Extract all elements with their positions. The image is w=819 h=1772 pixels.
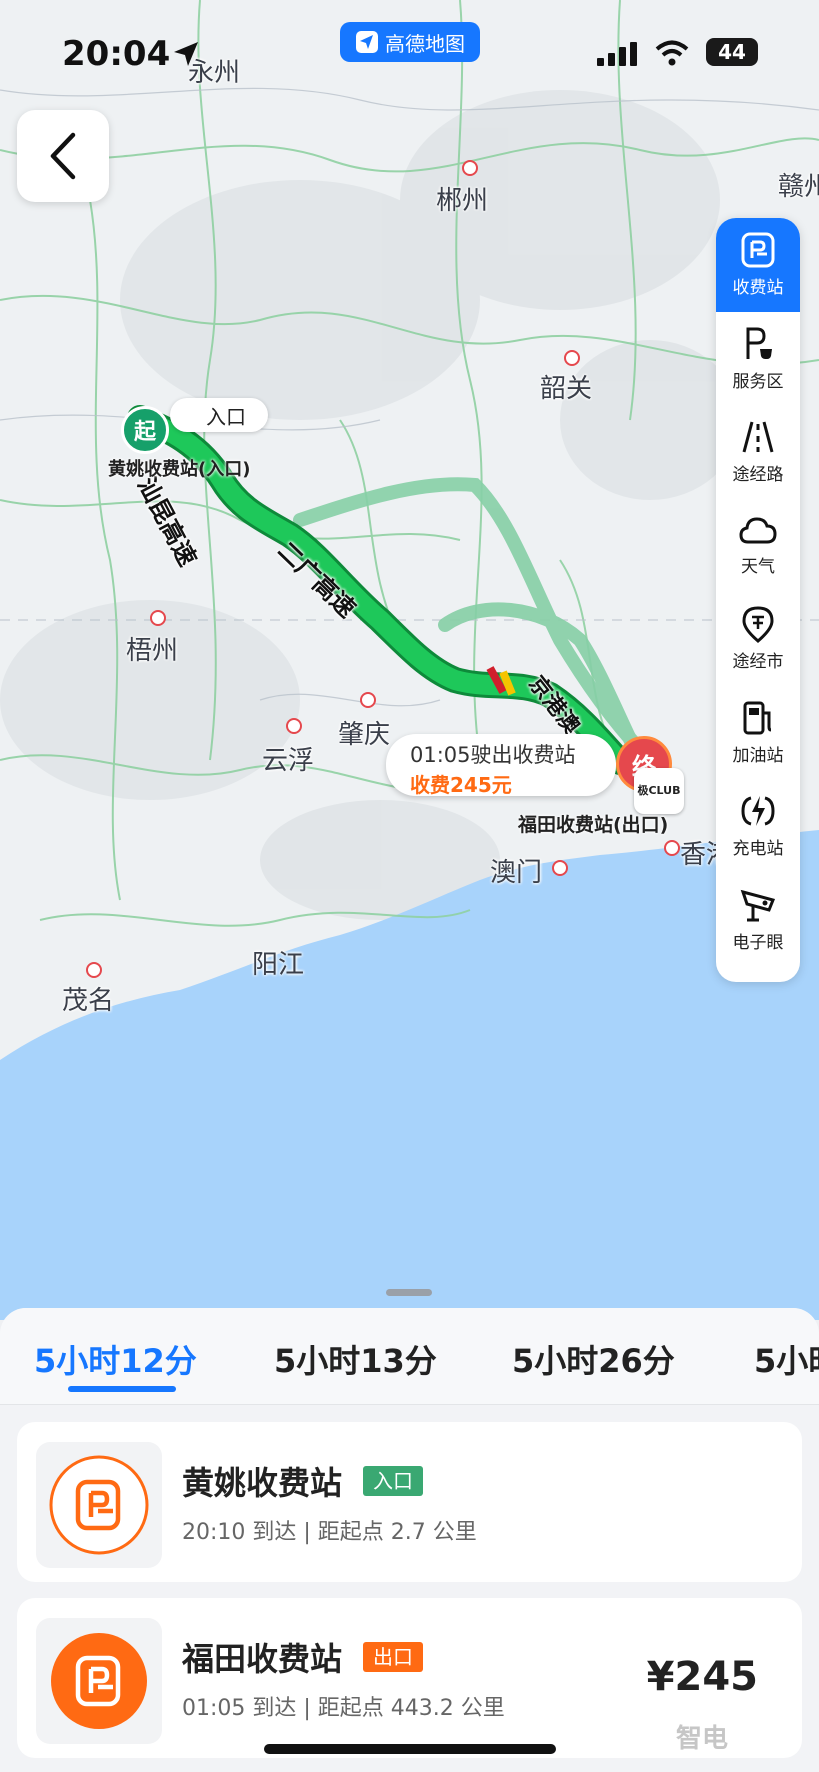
tool-charging-station[interactable]: 充电站: [716, 779, 800, 873]
tool-label: 收费站: [732, 278, 784, 299]
exit-fee: 收费245元: [410, 773, 512, 797]
city-dot: [564, 350, 580, 366]
charging-icon: [741, 796, 775, 827]
toll-icon-box: [36, 1618, 162, 1744]
city-label: 韶关: [540, 374, 593, 404]
end-station-label: 福田收费站(出口): [518, 814, 669, 836]
city-label: 郴州: [436, 186, 489, 216]
tool-label: 途经路: [732, 465, 784, 486]
exit-badge: 出口: [363, 1642, 423, 1672]
city-label: 赣州: [778, 172, 819, 202]
city-dot: [360, 692, 376, 708]
tool-gas-station[interactable]: 加油站: [716, 686, 800, 780]
city-label: 阳江: [252, 950, 305, 980]
app-brand-pill[interactable]: 高德地图: [340, 22, 480, 62]
route-options-tabs: 5小时12分 5小时13分 5小时26分 5小时: [0, 1308, 819, 1405]
chevron-left-icon: [50, 132, 76, 180]
home-indicator[interactable]: [264, 1744, 556, 1754]
map-layer-toolbar: 收费站 服务区 途经路 天气 途经市 加油站 充电站 电子眼: [716, 218, 800, 982]
tool-label: 途经市: [732, 652, 784, 673]
road-icon: [742, 421, 774, 453]
city-dot: [664, 840, 680, 856]
station-arrival-info: 20:10 到达 | 距起点 2.7 公里: [182, 1520, 477, 1545]
tool-label: 服务区: [732, 371, 784, 392]
location-arrow-icon: [174, 42, 198, 66]
city-dot: [552, 860, 568, 876]
back-button[interactable]: [17, 110, 109, 202]
camera-icon: [740, 889, 776, 922]
cloud-icon: [739, 517, 777, 544]
tool-weather[interactable]: 天气: [716, 499, 800, 593]
tool-route-cities[interactable]: 途经市: [716, 592, 800, 686]
station-arrival-info: 01:05 到达 | 距起点 443.2 公里: [182, 1696, 505, 1721]
city-dot: [86, 962, 102, 978]
cellular-signal-icon: [597, 42, 637, 66]
entry-badge: 入口: [363, 1466, 423, 1496]
gaode-logo-icon: [356, 31, 378, 53]
watermark: 智电: [676, 1724, 729, 1754]
toll-station-icon: [49, 1455, 149, 1555]
sheet-drag-handle[interactable]: [386, 1289, 432, 1296]
battery-indicator: 44: [706, 38, 758, 66]
tool-label: 加油站: [732, 745, 784, 766]
start-marker[interactable]: 起: [121, 406, 169, 454]
tool-label: 充电站: [732, 839, 784, 860]
exit-time: 01:05驶出收费站: [410, 743, 576, 767]
tool-label: 天气: [741, 556, 775, 577]
city-label: 云浮: [262, 746, 315, 776]
tool-service-area[interactable]: 服务区: [716, 312, 800, 406]
status-time: 20:04: [62, 34, 171, 74]
route-tab-2[interactable]: 5小时13分: [274, 1336, 437, 1382]
active-tab-indicator: [68, 1386, 176, 1392]
route-tab-3[interactable]: 5小时26分: [512, 1336, 675, 1382]
city-label: 梧州: [126, 636, 179, 666]
tool-label: 电子眼: [732, 932, 784, 953]
toll-price: ¥245: [646, 1654, 758, 1700]
toll-station-icon: [741, 232, 775, 268]
wifi-icon: [655, 40, 689, 66]
map-canvas: [0, 0, 819, 1320]
city-icon: [742, 606, 774, 644]
station-name: 黄姚收费站: [182, 1464, 343, 1502]
entry-tag: 入口: [170, 398, 268, 432]
tool-toll-station[interactable]: 收费站: [716, 218, 800, 312]
app-brand-label: 高德地图: [385, 31, 465, 56]
fuel-icon: [743, 701, 772, 735]
city-label: 澳门: [490, 858, 543, 888]
service-area-icon: [746, 327, 772, 359]
city-label: 肇庆: [338, 720, 391, 750]
route-map[interactable]: 永州 郴州 赣州 韶关 梧州 肇庆 云浮 澳门 香港 阳江 茂名 汕昆高速 二广…: [0, 0, 819, 1320]
club-badge: 极CLUB: [634, 768, 684, 814]
city-label: 茂名: [62, 986, 115, 1016]
city-dot: [286, 718, 302, 734]
route-tab-1[interactable]: 5小时12分: [34, 1336, 197, 1382]
route-bottom-sheet: 5小时12分 5小时13分 5小时26分 5小时 黄姚收费站 入口 20:10 …: [0, 1308, 819, 1772]
toll-station-icon: [51, 1633, 147, 1729]
city-dot: [150, 610, 166, 626]
tool-speed-camera[interactable]: 电子眼: [716, 873, 800, 967]
station-name: 福田收费站: [182, 1640, 343, 1678]
city-dot: [462, 160, 478, 176]
exit-callout[interactable]: 01:05驶出收费站 收费245元: [386, 734, 616, 797]
toll-icon-box: [36, 1442, 162, 1568]
tool-route-roads[interactable]: 途经路: [716, 405, 800, 499]
toll-station-card[interactable]: 黄姚收费站 入口 20:10 到达 | 距起点 2.7 公里: [17, 1422, 802, 1582]
entry-tag-label: 入口: [206, 404, 246, 429]
start-station-label: 黄姚收费站(入口): [108, 459, 251, 480]
route-tab-4[interactable]: 5小时: [754, 1336, 819, 1382]
status-bar: 20:04 高德地图 44: [0, 0, 819, 100]
